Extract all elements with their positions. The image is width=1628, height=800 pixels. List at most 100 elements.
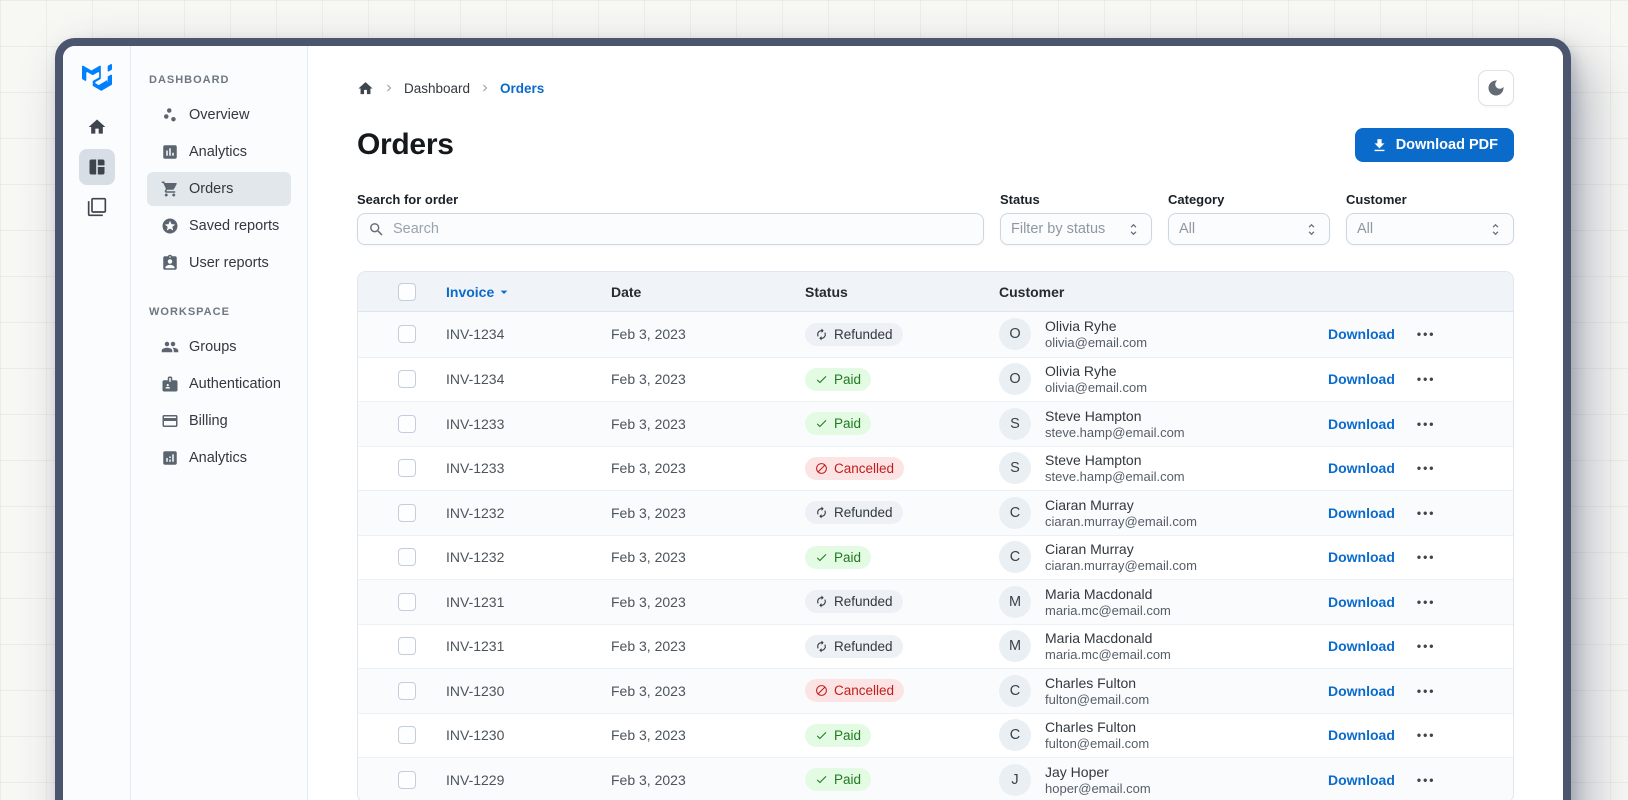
download-link[interactable]: Download: [1328, 371, 1395, 387]
more-options-button[interactable]: •••: [1417, 595, 1436, 609]
column-header-date: Date: [611, 283, 642, 300]
row-checkbox[interactable]: [398, 370, 416, 389]
rail-button-layers[interactable]: [79, 189, 115, 225]
moon-icon: [1486, 78, 1506, 98]
download-link[interactable]: Download: [1328, 326, 1395, 342]
invoice-id: INV-1233: [446, 415, 505, 432]
row-checkbox[interactable]: [398, 592, 416, 611]
customer-filter-select[interactable]: All: [1346, 213, 1514, 245]
rail-button-home[interactable]: [79, 109, 115, 145]
status-badge: Paid: [805, 412, 872, 436]
badge-icon: [161, 375, 179, 393]
row-checkbox[interactable]: [398, 637, 416, 656]
sidebar-section: DASHBOARD Overview Analytics Orders Save…: [147, 74, 291, 280]
row-checkbox[interactable]: [398, 459, 416, 478]
order-date: Feb 3, 2023: [611, 415, 686, 432]
sidebar-section: WORKSPACE Groups Authentication Billing …: [147, 306, 291, 475]
download-link[interactable]: Download: [1328, 549, 1395, 565]
page-title: Orders: [357, 128, 454, 161]
sidebar-item-analytics[interactable]: Analytics: [147, 135, 291, 169]
sidebar-item-analytics-ws[interactable]: Analytics: [147, 441, 291, 475]
bar-chart-icon: [161, 449, 179, 467]
invoice-id: INV-1233: [446, 460, 505, 477]
more-options-button[interactable]: •••: [1417, 327, 1436, 341]
customer-email: maria.mc@email.com: [1045, 647, 1171, 663]
status-badge: Refunded: [805, 634, 903, 658]
status-filter-select[interactable]: Filter by status: [1000, 213, 1152, 245]
column-header-status: Status: [805, 283, 848, 300]
dashboard-icon: [87, 157, 107, 177]
rail-button-dashboard[interactable]: [78, 149, 115, 185]
more-options-button[interactable]: •••: [1417, 372, 1436, 386]
more-options-button[interactable]: •••: [1417, 417, 1436, 431]
sidebar-item-billing[interactable]: Billing: [147, 404, 291, 438]
download-link[interactable]: Download: [1328, 683, 1395, 699]
sidebar-item-saved-reports[interactable]: Saved reports: [147, 209, 291, 243]
row-checkbox[interactable]: [398, 726, 416, 745]
download-link[interactable]: Download: [1328, 638, 1395, 654]
avatar: S: [999, 452, 1031, 485]
block-icon: [815, 462, 828, 475]
order-date: Feb 3, 2023: [611, 549, 686, 566]
row-checkbox[interactable]: [398, 325, 416, 344]
row-checkbox[interactable]: [398, 548, 416, 567]
select-all-checkbox[interactable]: [398, 282, 416, 301]
status-badge: Cancelled: [805, 679, 905, 703]
row-checkbox[interactable]: [398, 414, 416, 433]
status-badge: Paid: [805, 768, 872, 792]
more-options-button[interactable]: •••: [1417, 684, 1436, 698]
download-link[interactable]: Download: [1328, 772, 1395, 788]
customer-filter-label: Customer: [1346, 192, 1407, 207]
avatar: S: [999, 407, 1031, 440]
table-row: INV-1232 Feb 3, 2023 Paid C Ciaran Murra…: [358, 534, 1513, 579]
row-checkbox[interactable]: [398, 770, 416, 789]
sidebar-item-authentication[interactable]: Authentication: [147, 367, 291, 401]
more-options-button[interactable]: •••: [1417, 728, 1436, 742]
customer-name: Maria Macdonald: [1045, 630, 1153, 647]
more-options-button[interactable]: •••: [1417, 639, 1436, 653]
table-row: INV-1230 Feb 3, 2023 Paid C Charles Fult…: [358, 712, 1513, 757]
search-input[interactable]: [393, 221, 973, 237]
block-icon: [815, 684, 828, 697]
customer-email: olivia@email.com: [1045, 335, 1148, 351]
orders-table: Invoice Date Status Customer INV-1234 Fe…: [357, 271, 1514, 800]
row-checkbox[interactable]: [398, 503, 416, 522]
home-icon[interactable]: [357, 80, 374, 97]
breadcrumb-orders[interactable]: Orders: [500, 81, 544, 96]
download-link[interactable]: Download: [1328, 727, 1395, 743]
customer-email: steve.hamp@email.com: [1045, 469, 1185, 485]
sidebar-item-overview[interactable]: Overview: [147, 98, 291, 132]
column-header-invoice[interactable]: Invoice: [446, 284, 611, 300]
invoice-id: INV-1234: [446, 326, 505, 343]
more-options-button[interactable]: •••: [1417, 506, 1436, 520]
row-checkbox[interactable]: [398, 681, 416, 700]
app-window: DASHBOARD Overview Analytics Orders Save…: [55, 38, 1571, 800]
unfold-more-icon: [1126, 222, 1141, 237]
sidebar-item-groups[interactable]: Groups: [147, 330, 291, 364]
more-options-button[interactable]: •••: [1417, 461, 1436, 475]
breadcrumb-dashboard[interactable]: Dashboard: [404, 81, 470, 96]
search-label: Search for order: [357, 192, 459, 207]
table-header-row: Invoice Date Status Customer: [358, 272, 1513, 312]
sidebar-item-user-reports[interactable]: User reports: [147, 246, 291, 280]
check-icon: [815, 373, 828, 386]
download-pdf-button[interactable]: Download PDF: [1354, 128, 1514, 162]
sort-caret-icon: [496, 284, 512, 300]
download-link[interactable]: Download: [1328, 416, 1395, 432]
dark-mode-toggle[interactable]: [1478, 70, 1514, 106]
sidebar-item-orders[interactable]: Orders: [147, 172, 291, 206]
download-link[interactable]: Download: [1328, 505, 1395, 521]
sidebar-section-heading: WORKSPACE: [149, 306, 230, 318]
download-link[interactable]: Download: [1328, 594, 1395, 610]
invoice-id: INV-1232: [446, 549, 505, 566]
download-link[interactable]: Download: [1328, 460, 1395, 476]
status-badge: Cancelled: [805, 456, 905, 480]
status-badge: Paid: [805, 723, 872, 747]
category-filter-select[interactable]: All: [1168, 213, 1330, 245]
table-row: INV-1233 Feb 3, 2023 Cancelled S Steve H…: [358, 445, 1513, 490]
more-options-button[interactable]: •••: [1417, 773, 1436, 787]
customer-name: Ciaran Murray: [1045, 496, 1134, 513]
more-options-button[interactable]: •••: [1417, 550, 1436, 564]
credit-card-icon: [161, 412, 179, 430]
status-badge: Refunded: [805, 501, 903, 525]
